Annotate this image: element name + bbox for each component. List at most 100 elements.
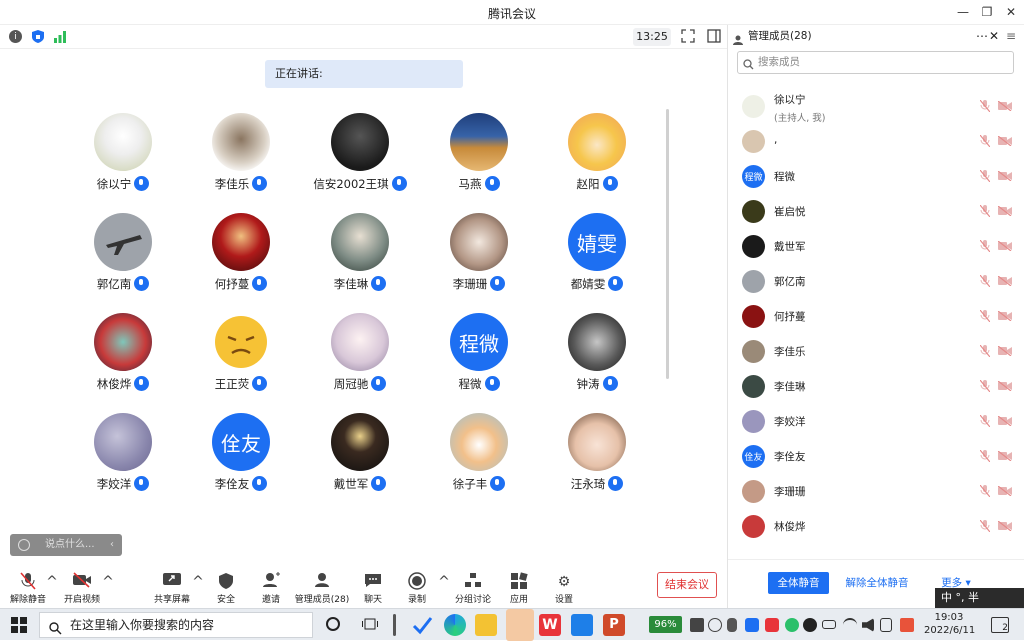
member-row[interactable]: 李佳乐: [728, 334, 1024, 369]
member-row[interactable]: 徐以宁 (主持人, 我): [728, 89, 1024, 124]
participant-tile[interactable]: 佺友 李佺友: [182, 413, 300, 513]
taskbar-clock[interactable]: 19:03 2022/6/11: [924, 611, 975, 637]
wifi-icon[interactable]: [843, 618, 857, 632]
wechat-tray-icon[interactable]: [785, 618, 799, 632]
participant-tile[interactable]: 戴世军: [301, 413, 419, 513]
wps-office-icon[interactable]: W: [539, 614, 561, 636]
microphone-tray-icon[interactable]: [727, 618, 737, 632]
member-row[interactable]: 李姣洋: [728, 404, 1024, 439]
close-button[interactable]: ✕: [1000, 3, 1022, 21]
member-camera-off-icon[interactable]: [997, 170, 1012, 182]
member-camera-off-icon[interactable]: [997, 450, 1012, 462]
member-camera-off-icon[interactable]: [997, 310, 1012, 322]
powerpoint-icon[interactable]: P: [603, 614, 625, 636]
video-options-caret[interactable]: ^: [100, 572, 116, 592]
invite-button[interactable]: 邀请: [243, 572, 299, 605]
participant-tile[interactable]: 徐以宁: [64, 113, 182, 213]
participant-tile[interactable]: 林俊烨: [64, 313, 182, 413]
participant-tile[interactable]: 郭亿南: [64, 213, 182, 313]
participant-tile[interactable]: 钟涛: [538, 313, 656, 413]
member-mic-muted-icon[interactable]: [979, 99, 991, 113]
more-options-icon[interactable]: ⋯: [976, 25, 988, 48]
member-camera-off-icon[interactable]: [997, 275, 1012, 287]
collapse-icon[interactable]: ‹: [110, 534, 114, 556]
wps-tray-icon[interactable]: [765, 618, 779, 632]
participant-tile[interactable]: 李佳乐: [182, 113, 300, 213]
layout-icon[interactable]: [707, 29, 721, 43]
member-mic-muted-icon[interactable]: [979, 379, 991, 393]
qq-tray-icon[interactable]: [803, 618, 817, 632]
member-camera-off-icon[interactable]: [997, 135, 1012, 147]
ime-indicator[interactable]: 中 °, 半: [935, 588, 1024, 608]
member-camera-off-icon[interactable]: [997, 100, 1012, 112]
member-camera-off-icon[interactable]: [997, 205, 1012, 217]
member-mic-muted-icon[interactable]: [979, 204, 991, 218]
participant-tile[interactable]: 赵阳: [538, 113, 656, 213]
member-camera-off-icon[interactable]: [997, 240, 1012, 252]
member-mic-muted-icon[interactable]: [979, 519, 991, 533]
member-mic-muted-icon[interactable]: [979, 239, 991, 253]
battery-tray-icon[interactable]: [822, 620, 836, 629]
member-camera-off-icon[interactable]: [997, 415, 1012, 427]
end-meeting-button[interactable]: 结束会议: [657, 572, 717, 598]
participant-tile[interactable]: 信安2002王琪: [301, 113, 419, 213]
shield-icon[interactable]: [31, 29, 45, 44]
participant-tile[interactable]: 何抒蔓: [182, 213, 300, 313]
panda-app-icon[interactable]: [506, 609, 534, 641]
member-mic-muted-icon[interactable]: [979, 344, 991, 358]
settings-button[interactable]: ⚙ 设置: [536, 572, 592, 605]
file-explorer-icon[interactable]: [475, 614, 497, 636]
member-row[interactable]: 佺友 李佺友: [728, 439, 1024, 474]
participant-tile[interactable]: 马燕: [420, 113, 538, 213]
task-view-icon[interactable]: [362, 617, 378, 631]
sogou-tray-icon[interactable]: [900, 618, 914, 632]
participant-tile[interactable]: 汪永琦: [538, 413, 656, 513]
screenshot-tray-icon[interactable]: [745, 618, 759, 632]
member-mic-muted-icon[interactable]: [979, 484, 991, 498]
battery-indicator[interactable]: 96%: [649, 616, 682, 633]
member-camera-off-icon[interactable]: [997, 485, 1012, 497]
signal-icon[interactable]: [53, 30, 67, 43]
menu-icon[interactable]: ≡: [1006, 25, 1016, 48]
member-mic-muted-icon[interactable]: [979, 169, 991, 183]
member-search-input[interactable]: 搜索成员: [737, 51, 1014, 74]
cortana-icon[interactable]: [326, 617, 340, 631]
member-row[interactable]: 李佳琳: [728, 369, 1024, 404]
info-icon[interactable]: i: [9, 30, 22, 43]
member-mic-muted-icon[interactable]: [979, 414, 991, 428]
participant-tile[interactable]: 王正荧: [182, 313, 300, 413]
chat-quick-input[interactable]: 说点什么... ‹: [10, 534, 122, 556]
restore-button[interactable]: ❐: [976, 3, 998, 21]
member-camera-off-icon[interactable]: [997, 520, 1012, 532]
member-mic-muted-icon[interactable]: [979, 449, 991, 463]
volume-icon[interactable]: [862, 618, 874, 632]
member-row[interactable]: 何抒蔓: [728, 299, 1024, 334]
member-camera-off-icon[interactable]: [997, 380, 1012, 392]
member-row[interactable]: 程微 程微: [728, 159, 1024, 194]
member-row[interactable]: 戴世军: [728, 229, 1024, 264]
participant-tile[interactable]: 周冠驰: [301, 313, 419, 413]
smile-icon[interactable]: [18, 539, 30, 551]
member-row[interactable]: 林俊烨: [728, 509, 1024, 544]
fullscreen-icon[interactable]: [681, 29, 695, 43]
participant-tile[interactable]: 婧雯 都婧雯: [538, 213, 656, 313]
tencent-meeting-icon[interactable]: [571, 614, 593, 636]
member-row[interactable]: 郭亿南: [728, 264, 1024, 299]
minimize-button[interactable]: —: [952, 3, 974, 21]
participant-tile[interactable]: 徐子丰: [420, 413, 538, 513]
participant-tile[interactable]: 李珊珊: [420, 213, 538, 313]
participant-tile[interactable]: 李姣洋: [64, 413, 182, 513]
edge-browser-icon[interactable]: [444, 614, 466, 636]
todo-app-icon[interactable]: [411, 614, 433, 636]
participant-tile[interactable]: 李佳琳: [301, 213, 419, 313]
unmute-all-button[interactable]: 解除全体静音: [841, 572, 913, 594]
tray-app-icon[interactable]: [690, 618, 704, 632]
close-panel-icon[interactable]: ✕: [989, 25, 999, 48]
taskbar-search-input[interactable]: 在这里输入你要搜索的内容: [39, 612, 313, 638]
ime-tray-icon[interactable]: [880, 618, 892, 632]
notification-center-icon[interactable]: 2: [991, 617, 1009, 633]
member-row[interactable]: 李珊珊: [728, 474, 1024, 509]
member-mic-muted-icon[interactable]: [979, 134, 991, 148]
member-mic-muted-icon[interactable]: [979, 274, 991, 288]
member-row[interactable]: ,: [728, 124, 1024, 159]
